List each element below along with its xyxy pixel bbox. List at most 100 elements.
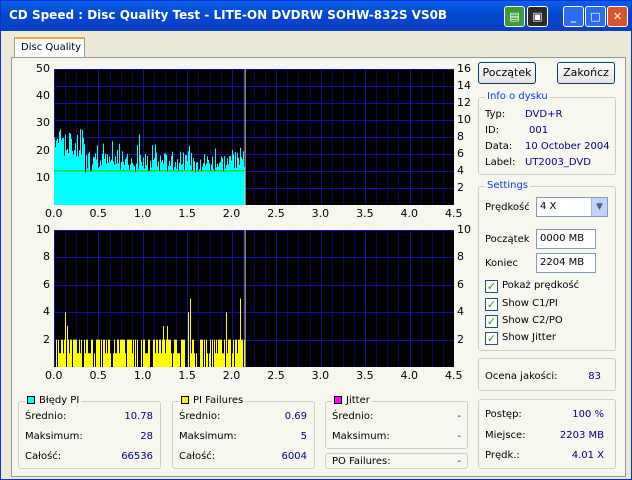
y-left-tick-label: 10 xyxy=(36,223,50,236)
minimize-button[interactable]: _ xyxy=(563,6,584,27)
x-tick-label: 1.5 xyxy=(178,369,196,382)
save-icon[interactable]: ▣ xyxy=(527,6,548,27)
x-tick-label: 3.0 xyxy=(311,207,330,220)
y-right-tick-label: 12 xyxy=(457,96,471,109)
jitter-swatch xyxy=(334,396,342,404)
x-tick-label: 0.0 xyxy=(45,207,63,220)
x-tick-label: 2.5 xyxy=(267,369,285,382)
disc-date-value: 10 October 2004 xyxy=(525,141,610,152)
y-right-tick-label: 10 xyxy=(457,113,471,126)
start-pos-label: Początek xyxy=(485,234,530,245)
start-button[interactable]: Początek xyxy=(478,62,536,84)
pi-errors-max-value: 28 xyxy=(140,431,153,442)
y-left-tick-label: 30 xyxy=(36,116,50,130)
x-tick-label: 4.5 xyxy=(445,369,463,382)
jitter-avg-value: - xyxy=(457,411,461,422)
settings-title: Settings xyxy=(485,180,531,191)
y-right-tick-label: 4 xyxy=(457,305,464,319)
show-c1pi-label: Show C1/PI xyxy=(502,298,558,309)
speed-select[interactable]: 4 X ▼ xyxy=(536,197,608,217)
jitter-avg-label: Średnio: xyxy=(332,411,374,422)
disc-label-value: UT2003_DVD xyxy=(525,157,591,168)
x-tick-label: 1.0 xyxy=(133,369,152,382)
x-tick-label: 3.5 xyxy=(356,369,374,382)
quality-label: Ocena jakości: xyxy=(485,371,558,382)
x-tick-label: 1.5 xyxy=(178,207,196,220)
y-left-tick-label: 2 xyxy=(43,332,50,346)
quality-value: 83 xyxy=(588,371,601,382)
x-tick-label: 4.0 xyxy=(400,207,419,220)
pi-errors-chart xyxy=(54,69,454,205)
y-left-tick-label: 4 xyxy=(43,305,50,319)
show-jitter-label: Show Jitter xyxy=(502,332,556,343)
current-speed-value: 4.01 X xyxy=(571,450,604,461)
screenshot-icon[interactable]: ▤ xyxy=(504,6,525,27)
x-tick-label: 4.5 xyxy=(445,207,463,220)
position-value: 2203 MB xyxy=(559,430,604,441)
y-right-tick-label: 4 xyxy=(457,164,464,177)
pi-failures-total-label: Całość: xyxy=(179,451,216,462)
pi-failures-total-value: 6004 xyxy=(281,451,307,462)
pi-failures-max-label: Maksimum: xyxy=(179,431,237,442)
y-right-tick-label: 2 xyxy=(457,181,464,194)
y-right-tick-label: 8 xyxy=(457,250,464,264)
end-pos-label: Koniec xyxy=(485,258,518,269)
speed-select-value: 4 X xyxy=(540,201,557,212)
show-speed-checkbox[interactable]: ✓ xyxy=(485,280,498,293)
current-speed-label: Prędk.: xyxy=(485,450,520,461)
x-tick-label: 0.5 xyxy=(89,207,107,220)
pi-failures-avg-value: 0.69 xyxy=(284,411,307,422)
pi-errors-total-label: Całość: xyxy=(25,451,62,462)
x-tick-label: 2.5 xyxy=(267,207,285,220)
main-window: CD Speed : Disc Quality Test - LITE-ON D… xyxy=(0,0,632,480)
x-tick-label: 4.0 xyxy=(400,369,419,382)
x-tick-label: 2.0 xyxy=(222,207,241,220)
x-tick-label: 0.0 xyxy=(45,369,63,382)
disc-type-value: DVD+R xyxy=(525,109,563,120)
title-bar[interactable]: CD Speed : Disc Quality Test - LITE-ON D… xyxy=(1,1,631,31)
x-tick-label: 3.5 xyxy=(356,207,374,220)
progress-label: Postęp: xyxy=(485,409,522,420)
position-label: Miejsce: xyxy=(485,430,526,441)
y-right-tick-label: 6 xyxy=(457,277,464,291)
pi-errors-total-value: 66536 xyxy=(121,451,153,462)
y-left-tick-label: 50 xyxy=(36,62,50,75)
pi-failures-swatch xyxy=(181,396,189,404)
maximize-button[interactable]: □ xyxy=(585,6,606,27)
y-left-tick-label: 6 xyxy=(43,277,50,291)
y-right-tick-label: 6 xyxy=(457,147,464,160)
pi-errors-avg-label: Średnio: xyxy=(25,411,67,422)
exit-button[interactable]: Zakończ xyxy=(557,62,615,84)
y-left-tick-label: 8 xyxy=(43,250,50,264)
pi-failures-avg-label: Średnio: xyxy=(179,411,221,422)
y-left-tick-label: 40 xyxy=(36,89,50,103)
x-tick-label: 0.5 xyxy=(89,369,107,382)
x-tick-label: 2.0 xyxy=(222,369,241,382)
speed-label: Prędkość xyxy=(485,202,530,213)
show-speed-label: Pokaż prędkość xyxy=(502,280,580,291)
y-right-tick-label: 10 xyxy=(457,223,471,236)
y-right-tick-label: 8 xyxy=(457,130,464,143)
show-c2po-label: Show C2/PO xyxy=(502,315,563,326)
close-button[interactable]: ✕ xyxy=(607,6,628,27)
show-c1pi-checkbox[interactable]: ✓ xyxy=(485,298,498,311)
chevron-down-icon[interactable]: ▼ xyxy=(591,198,607,216)
show-c2po-checkbox[interactable]: ✓ xyxy=(485,315,498,328)
window-title: CD Speed : Disc Quality Test - LITE-ON D… xyxy=(9,8,448,22)
y-left-tick-label: 10 xyxy=(36,170,50,184)
y-right-tick-label: 14 xyxy=(457,79,471,92)
disc-date-label: Data: xyxy=(485,141,513,152)
pi-failures-chart xyxy=(54,230,454,367)
y-right-tick-label: 16 xyxy=(457,62,471,75)
show-jitter-checkbox[interactable]: ✓ xyxy=(485,332,498,345)
jitter-max-label: Maksimum: xyxy=(332,431,390,442)
po-failures-value: - xyxy=(457,456,461,467)
tab-disc-quality[interactable]: Disc Quality xyxy=(14,37,85,58)
pi-errors-max-label: Maksimum: xyxy=(25,431,83,442)
pi-errors-avg-value: 10.78 xyxy=(124,411,153,422)
pi-errors-swatch xyxy=(27,396,35,404)
end-pos-input[interactable]: 2204 MB xyxy=(536,253,596,273)
disc-label-label: Label: xyxy=(485,157,516,168)
start-pos-input[interactable]: 0000 MB xyxy=(536,229,596,249)
po-failures-label: PO Failures: xyxy=(332,456,391,467)
